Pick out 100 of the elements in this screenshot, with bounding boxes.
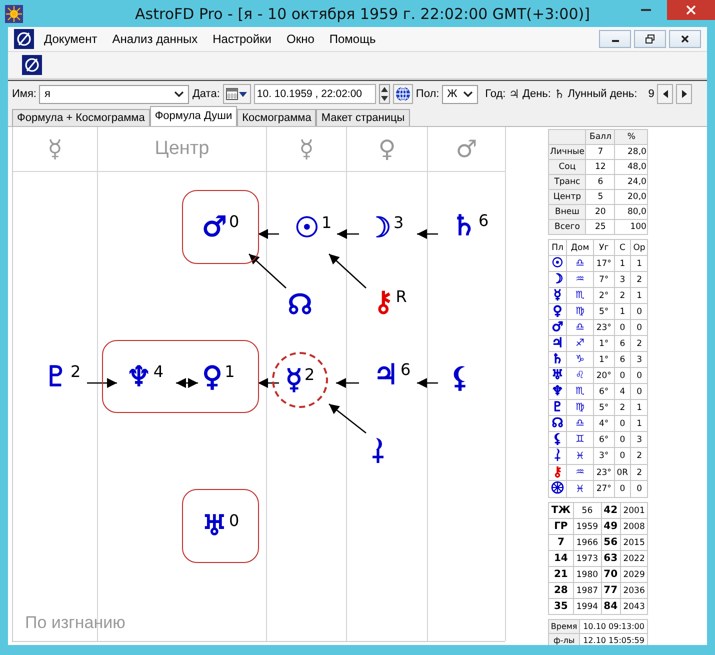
menu-item[interactable]: Анализ данных [112, 32, 198, 46]
field-label: Дата: [192, 88, 220, 100]
row-header: Центр [548, 190, 586, 204]
menu-item[interactable]: Настройки [212, 32, 272, 46]
table-cell: 5° [594, 304, 614, 320]
gender-dropdown[interactable]: Ж [442, 84, 478, 104]
table-cell: 5 [586, 190, 615, 204]
table-cell: 84 [601, 598, 620, 614]
close-button[interactable] [669, 30, 701, 48]
caret-icon [174, 91, 184, 97]
table-header: % [614, 130, 648, 144]
calendar-button[interactable] [222, 84, 251, 104]
table-header: Дом [566, 240, 594, 256]
window-title: AstroFD Pro - [я - 10 октября 1959 г. 22:02:00 GMT(+3:00)] [134, 4, 591, 22]
table-cell: 2° [594, 288, 614, 304]
table-cell: 48,0 [614, 160, 648, 174]
tab[interactable]: Формула + Космограмма [12, 109, 150, 126]
table-cell: 6 [614, 352, 631, 368]
planet-symbol: ⚸ [548, 432, 566, 448]
zodiac-symbol: ♍ [566, 400, 594, 416]
planet-number: 4 [153, 362, 164, 380]
restore-button[interactable] [634, 30, 666, 48]
table-cell: 0R [614, 464, 631, 480]
row-header: Всего [548, 220, 586, 234]
table-cell: 28,0 [614, 144, 648, 160]
arrow [417, 378, 438, 388]
table-cell: 0 [614, 448, 631, 464]
table-cell: 63 [601, 550, 620, 566]
column-header: Центр [98, 127, 267, 172]
table-cell: 1° [594, 352, 614, 368]
table-cell: 1980 [573, 566, 602, 582]
planet-number: 2 [304, 365, 315, 384]
tab[interactable]: Формула Души [150, 106, 238, 126]
table-cell: 1987 [573, 582, 602, 598]
table-cell: 1 [614, 304, 631, 320]
globe-button[interactable] [392, 84, 413, 104]
planet-symbol: ☉ [548, 256, 566, 272]
table-cell: ТЖ [548, 502, 574, 518]
table-cell: 1 [630, 256, 648, 272]
arrow [417, 229, 438, 239]
table-cell: 23° [594, 464, 614, 480]
field-label: Имя: [12, 88, 36, 100]
table-cell: 10.10 09:13:00 [580, 620, 648, 634]
table-cell: 2 [630, 448, 648, 464]
planet-symbol: ♃ [548, 336, 566, 352]
table-cell: 56 [573, 502, 602, 518]
table-cell: 20° [594, 368, 614, 384]
planet-number: 2 [70, 362, 81, 381]
planet-number: 6 [400, 360, 411, 379]
table-header: Ор [630, 240, 648, 256]
planet-symbol: ♇ [43, 361, 68, 393]
table-cell: 80,0 [614, 204, 648, 220]
planet-symbol: ♇ [548, 400, 566, 416]
table-cell: 2015 [620, 534, 648, 550]
table-cell: 35 [548, 598, 574, 614]
table-cell: 21 [548, 566, 574, 582]
table-cell: 2 [630, 336, 648, 352]
tab[interactable]: Макет страницы [316, 109, 410, 126]
table-header: С [614, 240, 631, 256]
table-cell: 7 [586, 144, 615, 160]
table-cell: 28 [548, 582, 574, 598]
spinner-icon[interactable] [378, 84, 390, 104]
left-arrow-icon [662, 90, 668, 98]
planet-symbol: ♄ [554, 87, 565, 101]
table-cell: 49 [601, 518, 620, 534]
minimize-button[interactable] [599, 30, 631, 48]
table-cell: 1 [630, 288, 648, 304]
table-cell: 6 [586, 174, 615, 190]
footer-label: По изгнанию [25, 613, 126, 633]
scroll-right-button[interactable] [676, 84, 692, 104]
table-cell: 0 [630, 384, 648, 400]
table-cell: 70 [601, 566, 620, 582]
arrow [258, 229, 279, 239]
menu-item[interactable]: Окно [286, 32, 314, 46]
scroll-left-button[interactable] [657, 84, 674, 104]
table-cell: 0 [630, 320, 648, 336]
planet-symbol: ☽ [548, 272, 566, 288]
close-icon [686, 5, 696, 15]
planet-symbol: ⚷ [548, 464, 566, 480]
globe-icon [394, 86, 411, 102]
table-cell: 7 [548, 534, 574, 550]
menu-item[interactable]: Документ [44, 32, 98, 46]
lunar-day-value: 9 [648, 88, 654, 100]
planet-symbol: ♃ [373, 359, 398, 391]
menu-item[interactable]: Помощь [329, 32, 376, 46]
zodiac-symbol: ♓ [566, 448, 594, 464]
tab[interactable]: Космограмма [237, 109, 316, 126]
app-icon [4, 4, 24, 24]
column-header: ☿ [13, 127, 98, 172]
planet-number: 6 [478, 211, 489, 230]
field-label: Год: [485, 88, 506, 100]
planet-symbol: ☽ [366, 212, 392, 244]
table-cell: 25 [586, 220, 615, 234]
calendar-icon [226, 88, 238, 100]
name-dropdown[interactable]: я [39, 84, 190, 104]
table-cell: 0 [614, 432, 631, 448]
table-cell: 27° [594, 480, 614, 498]
arrow [176, 378, 198, 388]
date-field[interactable]: 10. 10.1959 , 22:02:00 [254, 84, 376, 104]
table-cell: 1 [614, 256, 631, 272]
